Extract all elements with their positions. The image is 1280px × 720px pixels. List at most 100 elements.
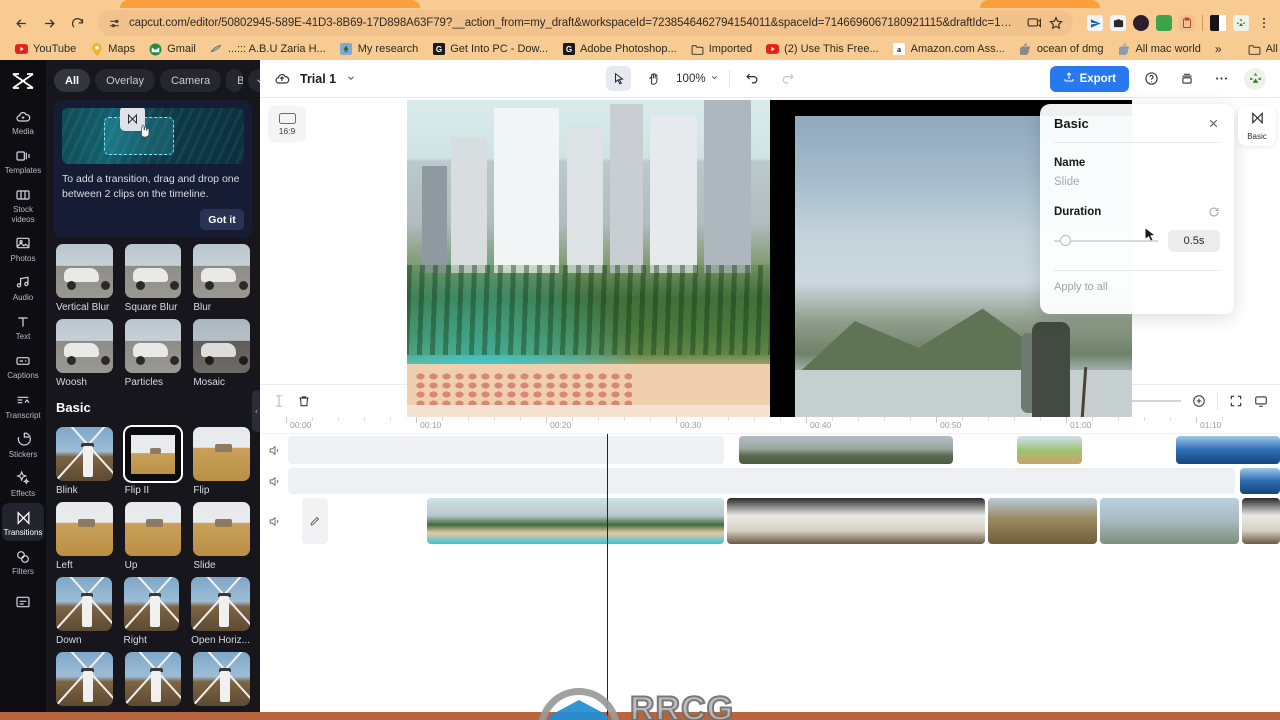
fit-screen-icon[interactable] [1254, 394, 1268, 408]
transition-thumbnail[interactable] [193, 319, 250, 374]
transition-cell[interactable]: Square Blur [124, 244, 182, 313]
tab-all[interactable]: All [54, 69, 91, 92]
transition-thumbnail[interactable] [123, 577, 180, 632]
sidebar-item-captions[interactable]: Captions [2, 346, 44, 384]
timeline-clip[interactable] [1017, 436, 1082, 464]
split-icon[interactable] [272, 394, 286, 408]
bookmark-imported[interactable]: Imported [684, 41, 759, 58]
ext-camera-icon[interactable] [1110, 15, 1126, 31]
transition-thumbnail[interactable] [124, 319, 182, 374]
transition-thumbnail[interactable] [124, 652, 182, 707]
chevron-down-icon[interactable] [248, 69, 260, 92]
close-icon[interactable] [1207, 117, 1220, 130]
sidebar-item-media[interactable]: Media [2, 102, 44, 140]
question-circle-icon[interactable] [1139, 66, 1164, 91]
speaker-icon[interactable] [260, 475, 288, 488]
transition-thumbnail[interactable] [124, 502, 182, 557]
speaker-icon[interactable] [260, 515, 288, 528]
tab-overlay[interactable]: Overlay [95, 69, 155, 92]
timeline-clip[interactable] [1175, 436, 1280, 464]
bookmark-use-this-free[interactable]: (2) Use This Free... [759, 41, 886, 58]
sidebar-item-effects[interactable]: Effects [2, 464, 44, 502]
url-text[interactable]: capcut.com/editor/50802945-589E-41D3-8B6… [129, 17, 1019, 29]
transition-cell[interactable]: Mosaic [193, 319, 250, 388]
transition-cell[interactable]: Woosh [56, 319, 113, 388]
transition-cell[interactable]: Right [123, 577, 180, 646]
export-button[interactable]: Export [1049, 65, 1130, 92]
bookmark-gmail[interactable]: Gmail [142, 41, 203, 58]
playhead[interactable] [607, 434, 608, 720]
transition-cell[interactable] [56, 652, 113, 707]
transition-thumbnail[interactable] [122, 425, 184, 484]
transition-thumbnail[interactable] [56, 577, 112, 632]
bookmark-youtube[interactable]: YouTube [8, 41, 83, 58]
track-body[interactable] [288, 468, 1280, 494]
timeline-clip[interactable] [727, 498, 986, 544]
apply-to-all-button[interactable]: Apply to all [1054, 281, 1220, 293]
cursor-arrow-icon[interactable] [606, 66, 632, 91]
sidebar-item-transitions[interactable]: Transitions [2, 503, 44, 542]
bookmark-all-mac-world[interactable]: All mac world [1110, 41, 1207, 58]
kebab-menu-icon[interactable] [1256, 10, 1272, 36]
timeline-ruler[interactable]: 00:00 00:10 00:20 00:30 00:40 00:50 01:0… [260, 417, 1280, 434]
transition-cell[interactable]: Down [56, 577, 112, 646]
duration-slider[interactable] [1054, 235, 1158, 246]
timeline-tracks[interactable] [260, 434, 1280, 720]
sidebar-item-stickers[interactable]: Stickers [2, 425, 44, 463]
tab-camera[interactable]: Camera [159, 69, 222, 92]
sidebar-item-transcript[interactable]: Transcript [2, 386, 44, 424]
transition-thumbnail[interactable] [56, 652, 113, 707]
back-arrow-icon[interactable] [8, 10, 34, 36]
transition-thumbnail[interactable] [191, 577, 250, 632]
transition-thumbnail[interactable] [56, 244, 113, 299]
profile-avatar-icon[interactable] [1233, 15, 1249, 31]
track-body[interactable] [288, 498, 1280, 544]
mini-rail-item-basic[interactable]: Basic [1238, 106, 1276, 146]
aspect-ratio-badge[interactable]: 16:9 [268, 106, 306, 142]
transition-cell-selected[interactable]: Flip II [122, 425, 184, 496]
track-body[interactable] [288, 436, 1280, 464]
transition-cell[interactable]: Flip [193, 427, 250, 496]
transition-thumbnail[interactable] [56, 427, 113, 482]
transition-cell[interactable]: Blink [56, 427, 113, 496]
browser-tabstrip[interactable] [0, 0, 1280, 8]
cloud-upload-icon[interactable] [274, 71, 290, 87]
got-it-button[interactable]: Got it [200, 209, 244, 231]
bookmark-my-research[interactable]: My research [333, 41, 426, 58]
slider-knob[interactable] [1060, 235, 1071, 246]
transition-thumbnail[interactable] [56, 319, 113, 374]
transition-cell[interactable]: Left [56, 502, 113, 571]
sidebar-item-stock-videos[interactable]: Stock videos [2, 180, 44, 227]
layout-icon[interactable] [1174, 66, 1199, 91]
bookmark-getintopc[interactable]: G Get Into PC - Dow... [425, 41, 555, 58]
transition-thumbnail[interactable] [193, 427, 250, 482]
duration-value-input[interactable]: 0.5s [1168, 230, 1220, 252]
transition-thumbnail[interactable] [56, 502, 113, 557]
reload-icon[interactable] [64, 10, 90, 36]
forward-arrow-icon[interactable] [36, 10, 62, 36]
bookmark-maps[interactable]: Maps [83, 41, 142, 58]
browser-tab-stub[interactable] [980, 0, 1100, 8]
timeline-clip[interactable] [739, 436, 953, 464]
ext-dark-circle-icon[interactable] [1133, 15, 1149, 31]
tune-icon[interactable] [108, 17, 121, 30]
timeline-clip[interactable] [1240, 468, 1280, 494]
timeline-clip[interactable] [288, 436, 725, 464]
sidebar-item-adjustment[interactable] [2, 587, 44, 614]
timeline-clip[interactable] [426, 498, 725, 544]
plus-circle-icon[interactable] [1192, 394, 1206, 408]
zoom-level-selector[interactable]: 100% [676, 73, 718, 85]
ext-clipboard-icon[interactable] [1179, 15, 1195, 31]
ellipsis-icon[interactable] [1209, 66, 1234, 91]
transition-cell[interactable]: Up [124, 502, 182, 571]
undo-icon[interactable] [740, 66, 765, 91]
ext-split-panel-icon[interactable] [1210, 15, 1226, 31]
address-bar[interactable]: capcut.com/editor/50802945-589E-41D3-8B6… [98, 10, 1073, 36]
all-bookmarks-button[interactable]: All Bookmarks [1241, 41, 1280, 58]
project-name[interactable]: Trial 1 [300, 72, 336, 86]
transition-cell[interactable] [193, 652, 250, 707]
speaker-icon[interactable] [260, 444, 288, 457]
fullscreen-icon[interactable] [1229, 394, 1243, 408]
sidebar-item-audio[interactable]: Audio [2, 268, 44, 306]
bookmark-amazon-assoc[interactable]: a Amazon.com Ass... [886, 41, 1012, 58]
